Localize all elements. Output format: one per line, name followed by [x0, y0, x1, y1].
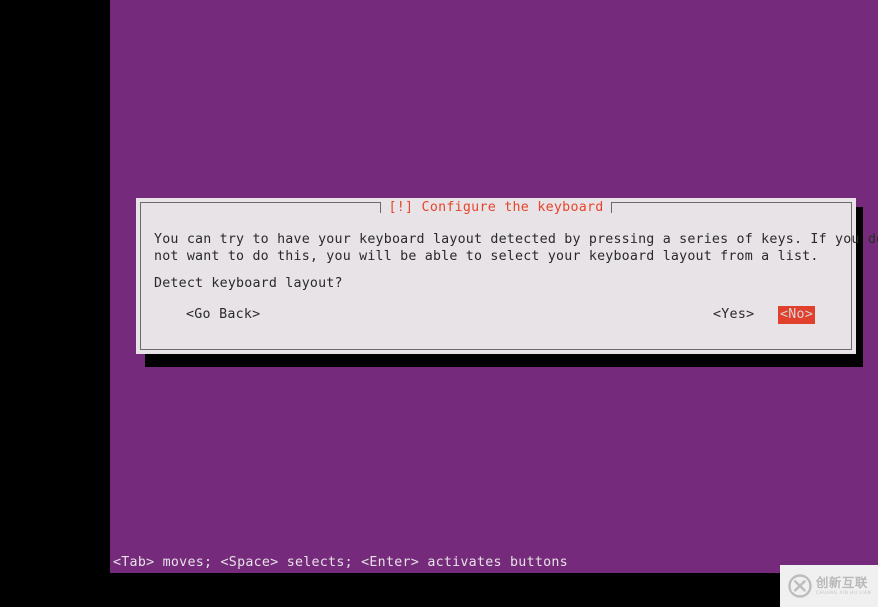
dialog-title: [!] Configure the keyboard — [381, 199, 611, 215]
dialog-question: Detect keyboard layout? — [154, 276, 343, 291]
dialog-body-text: You can try to have your keyboard layout… — [154, 231, 878, 265]
go-back-button[interactable]: <Go Back> — [184, 306, 262, 324]
configure-keyboard-dialog: [!] Configure the keyboard You can try t… — [136, 198, 878, 354]
watermark-chinese: 创新互联 — [815, 574, 868, 590]
installer-screen: [!] Configure the keyboard You can try t… — [0, 0, 878, 607]
key-help-bar: <Tab> moves; <Space> selects; <Enter> ac… — [110, 553, 878, 573]
dialog-button-row: <Go Back> <Yes> <No> — [141, 306, 851, 326]
yes-button[interactable]: <Yes> — [711, 306, 756, 324]
watermark: 创新互联 CHUANG XIN HU LIAN — [780, 565, 878, 607]
cx-logo-icon — [788, 574, 812, 598]
watermark-pinyin: CHUANG XIN HU LIAN — [815, 590, 872, 596]
title-left-tick-icon — [380, 201, 382, 213]
no-button[interactable]: <No> — [778, 306, 816, 324]
body-line-2: not want to do this, you will be able to… — [154, 249, 819, 264]
dialog-title-bar: [!] Configure the keyboard — [141, 199, 851, 215]
title-right-tick-icon — [610, 201, 612, 213]
dialog-inner-frame: [!] Configure the keyboard You can try t… — [140, 199, 878, 350]
body-line-1: You can try to have your keyboard layout… — [154, 232, 878, 247]
watermark-text: 创新互联 CHUANG XIN HU LIAN — [815, 574, 872, 596]
